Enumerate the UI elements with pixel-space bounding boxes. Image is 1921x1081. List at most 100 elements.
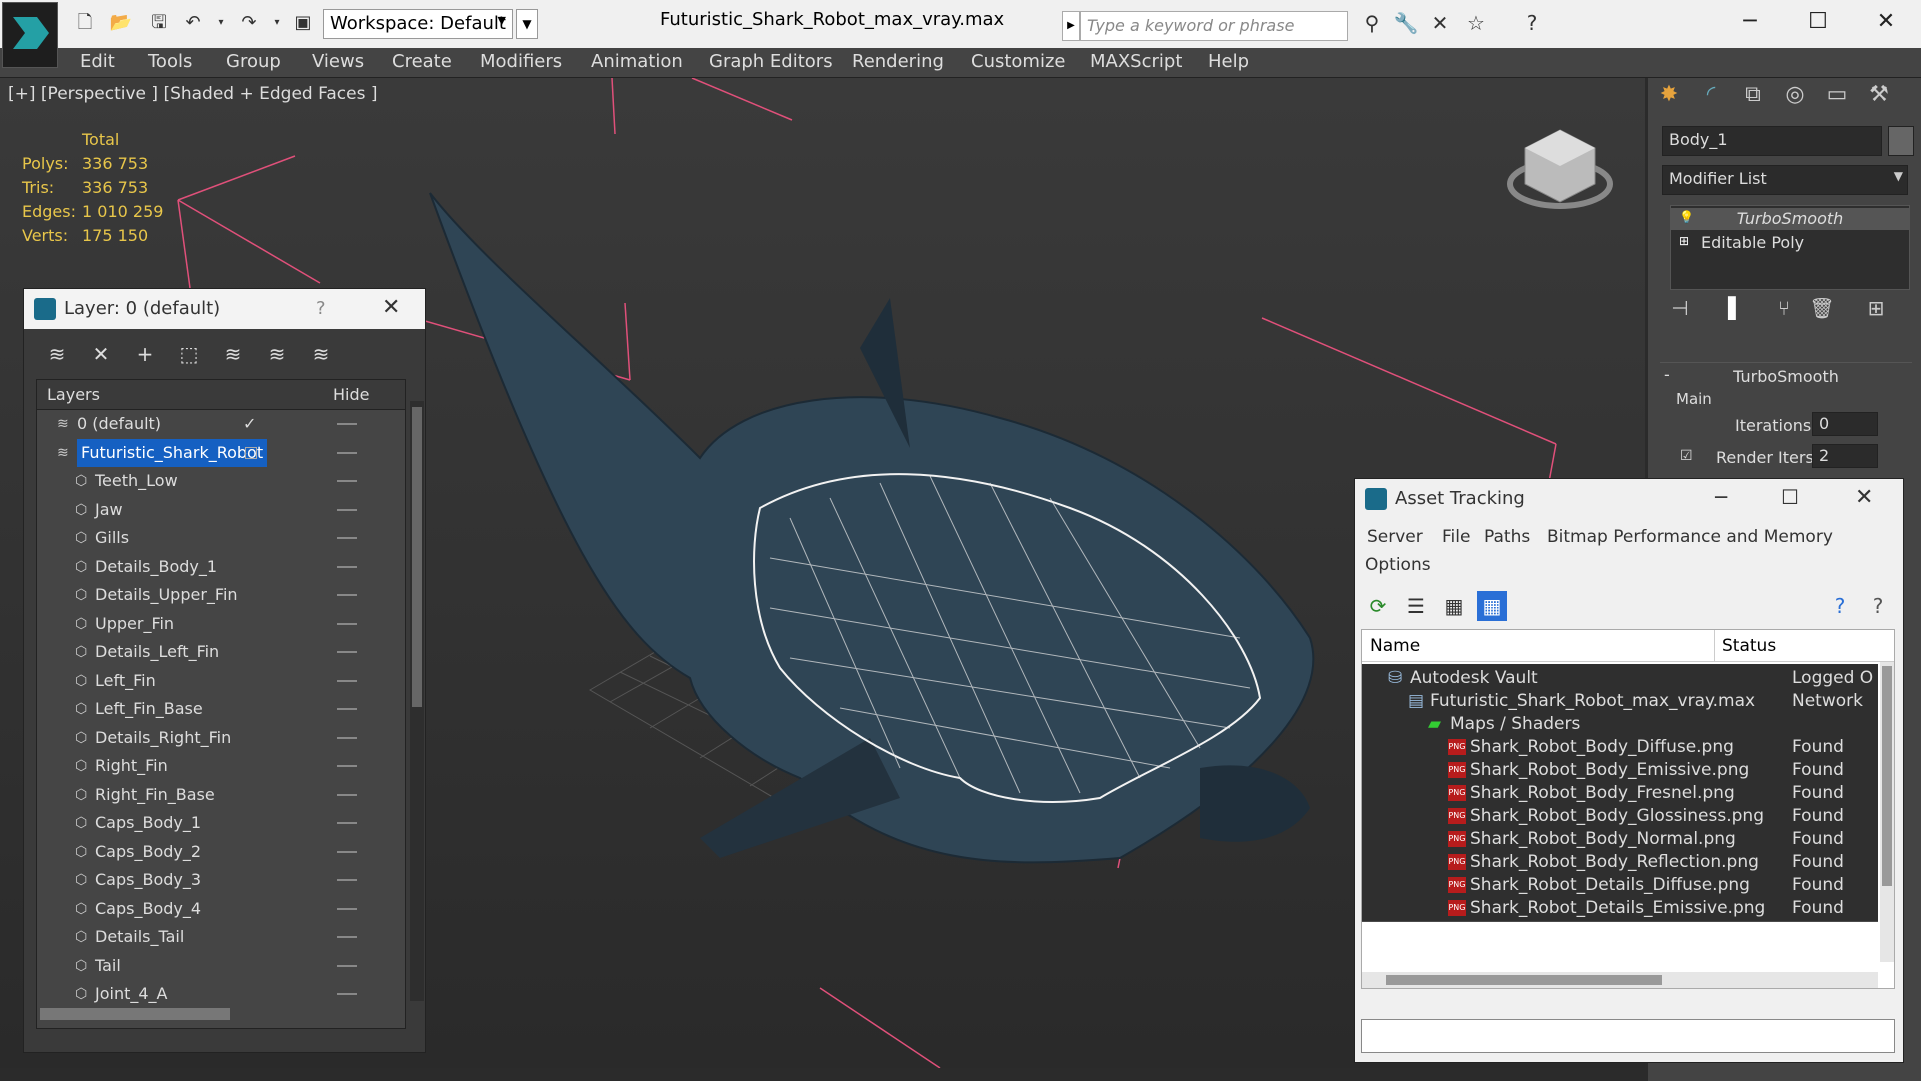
hide-toggle[interactable] [337, 964, 357, 967]
help-icon[interactable]: ? [1825, 591, 1855, 621]
layer-row[interactable]: ⬡ Details_Right_Fin [37, 724, 397, 752]
col-hide[interactable]: Hide [333, 385, 369, 404]
search-expand-icon[interactable]: ▶ [1062, 11, 1080, 41]
show-end-result-icon[interactable]: ▌ [1722, 296, 1750, 324]
viewcube-icon[interactable] [1505, 122, 1615, 222]
layer-row[interactable]: ⬡ Details_Upper_Fin [37, 581, 397, 609]
menu-help[interactable]: Help [1208, 51, 1249, 72]
freeze-all-icon[interactable]: ≋ [306, 339, 336, 369]
search-input[interactable]: Type a keyword or phrase [1080, 11, 1348, 41]
close-icon[interactable]: ✕ [382, 295, 400, 320]
menu-animation[interactable]: Animation [591, 51, 683, 72]
menu-tools[interactable]: Tools [148, 51, 192, 72]
hide-toggle[interactable] [337, 765, 357, 767]
layer-row[interactable]: ⬡ Caps_Body_3 [37, 866, 397, 894]
add-to-layer-icon[interactable]: + [130, 339, 160, 369]
hide-toggle[interactable] [337, 907, 357, 910]
viewport-label[interactable]: [+] [Perspective ] [Shaded + Edged Faces… [8, 84, 377, 104]
hide-toggle[interactable] [337, 508, 357, 511]
menu-views[interactable]: Views [312, 51, 364, 72]
undo-icon[interactable]: ↶ [180, 10, 206, 36]
rollout-turbosmooth[interactable]: - TurboSmooth [1660, 362, 1912, 388]
render-iters-checkbox[interactable]: ☑ [1680, 448, 1693, 464]
layer-row[interactable]: ⬡ Details_Body_1 [37, 553, 397, 581]
workspace-dropdown[interactable]: Workspace: Default ▼ [323, 9, 513, 39]
table-view-icon[interactable]: ▦ [1477, 591, 1507, 621]
layer-row[interactable]: ⬡ Joint_4_A [37, 980, 397, 1008]
highlight-layer-icon[interactable]: ≋ [218, 339, 248, 369]
configure-sets-icon[interactable]: ⊞ [1862, 296, 1890, 324]
menu-edit[interactable]: Edit [80, 51, 115, 72]
motion-tab-icon[interactable]: ◎ [1778, 82, 1812, 114]
layer-row[interactable]: ⬡ Details_Tail [37, 923, 397, 951]
pin-stack-icon[interactable]: ⊣ [1666, 296, 1694, 324]
refresh-icon[interactable]: ⟳ [1363, 591, 1393, 621]
col-layers[interactable]: Layers [47, 385, 100, 404]
render-iters-spinner[interactable]: 2 [1812, 444, 1878, 468]
col-name[interactable]: Name [1370, 636, 1420, 656]
remove-modifier-icon[interactable]: 🗑 [1808, 296, 1836, 324]
select-objects-icon[interactable]: ⬚ [174, 339, 204, 369]
object-name-input[interactable]: Body_1 [1662, 126, 1882, 156]
hide-toggle[interactable] [337, 793, 357, 796]
collapse-icon[interactable]: - [1664, 365, 1670, 384]
app-logo[interactable] [2, 2, 58, 68]
subscription-icon[interactable]: ✕ [1426, 11, 1454, 39]
layer-row[interactable]: ≋ 0 (default) ✓ [37, 410, 397, 438]
favorites-star-icon[interactable]: ☆ [1462, 11, 1490, 39]
delete-layer-icon[interactable]: ✕ [86, 339, 116, 369]
redo-icon[interactable]: ↷ [236, 10, 262, 36]
layer-row[interactable]: ⬡ Jaw [37, 496, 397, 524]
new-file-icon[interactable]: 🗋 [72, 10, 98, 36]
hide-toggle[interactable] [337, 993, 357, 995]
hide-toggle[interactable] [337, 651, 357, 653]
scroll-thumb[interactable] [1386, 975, 1662, 985]
menu-customize[interactable]: Customize [971, 51, 1065, 72]
display-tab-icon[interactable]: ▭ [1820, 82, 1854, 114]
layer-row[interactable]: ⬡ Right_Fin [37, 752, 397, 780]
hide-toggle[interactable] [337, 850, 357, 853]
layers-scrollbar[interactable] [410, 401, 424, 1001]
create-tab-icon[interactable]: ✸ [1652, 82, 1686, 114]
layer-row[interactable]: ≋ Futuristic_Shark_Robot [37, 438, 397, 467]
hide-toggle[interactable] [337, 423, 357, 425]
asset-scrollbar[interactable] [1880, 662, 1894, 962]
hide-toggle[interactable] [337, 822, 357, 824]
make-unique-icon[interactable]: ⑂ [1770, 296, 1798, 324]
hide-toggle[interactable] [337, 936, 357, 938]
utilities-tab-icon[interactable]: ⚒ [1862, 82, 1896, 114]
menu-create[interactable]: Create [392, 51, 452, 72]
contextual-help-icon[interactable]: ? [1863, 591, 1893, 621]
help-icon[interactable]: ? [1518, 11, 1546, 39]
layers-horizontal-scroll-thumb[interactable] [40, 1008, 230, 1020]
layer-row[interactable]: ⬡ Right_Fin_Base [37, 781, 397, 809]
layer-row[interactable]: ⬡ Left_Fin_Base [37, 695, 397, 723]
menu-rendering[interactable]: Rendering [852, 51, 944, 72]
hide-all-icon[interactable]: ≋ [262, 339, 292, 369]
layer-row[interactable]: ⬡ Tail [37, 952, 397, 980]
hide-toggle[interactable] [337, 537, 357, 539]
list-view-icon[interactable]: ☰ [1401, 591, 1431, 621]
tools-icon[interactable]: 🔧 [1392, 11, 1420, 39]
layer-row[interactable]: ⬡ Gills [37, 524, 397, 552]
set-current-layer-box[interactable] [245, 446, 257, 459]
thumbnail-view-icon[interactable]: ▦ [1439, 591, 1469, 621]
layer-row[interactable]: ⬡ Caps_Body_2 [37, 838, 397, 866]
hide-toggle[interactable] [337, 451, 357, 454]
menu-group[interactable]: Group [226, 51, 281, 72]
hierarchy-tab-icon[interactable]: ⧉ [1736, 82, 1770, 114]
asset-row[interactable]: PNG Shark_Robot_Details_Emissive.png Found [1362, 894, 1878, 922]
save-icon[interactable]: 🖫 [146, 10, 172, 36]
asset-hscrollbar[interactable] [1362, 972, 1878, 988]
iterations-spinner[interactable]: 0 [1812, 412, 1878, 436]
minimize-button[interactable]: ─ [1720, 4, 1780, 40]
scroll-thumb[interactable] [412, 407, 422, 707]
workspace-menu-button[interactable]: ▼ [516, 9, 538, 39]
scroll-thumb[interactable] [1882, 666, 1892, 886]
menu-paths[interactable]: Paths [1484, 527, 1530, 547]
stack-item-turbosmooth[interactable]: TurboSmooth [1671, 208, 1909, 230]
close-icon[interactable]: ✕ [1855, 485, 1873, 510]
maximize-button[interactable]: ☐ [1788, 4, 1848, 40]
asset-path-field[interactable] [1361, 1019, 1895, 1053]
menu-bitmap-performance[interactable]: Bitmap Performance and Memory [1547, 527, 1833, 547]
